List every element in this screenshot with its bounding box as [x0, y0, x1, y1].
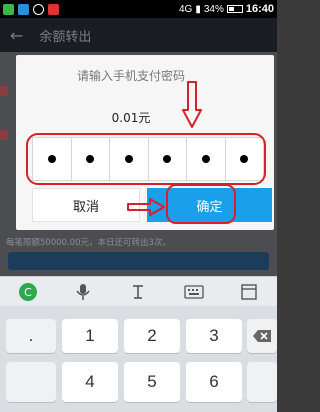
alert-icon — [48, 3, 59, 15]
numeric-keyboard: . 1 2 3 4 5 6 — [0, 306, 277, 412]
backspace-icon — [253, 330, 271, 342]
app-logo-icon[interactable]: C — [16, 280, 40, 304]
svg-text:C: C — [24, 286, 32, 299]
key-side[interactable] — [247, 362, 277, 402]
network-type: 4G — [178, 3, 193, 15]
app-bar: ← 余额转出 — [0, 18, 277, 52]
app-notification-icon — [3, 3, 14, 15]
transfer-amount: 0.01元 — [111, 111, 151, 125]
keyboard-toolbar: C — [0, 276, 277, 306]
dimmed-marker — [0, 86, 8, 96]
keyboard-icon[interactable] — [182, 280, 206, 304]
annotation-arrow-right-icon — [127, 198, 165, 216]
battery-icon — [226, 5, 243, 13]
key-6[interactable]: 6 — [186, 362, 242, 402]
backspace-key[interactable] — [247, 319, 277, 353]
key-1[interactable]: 1 — [62, 319, 118, 353]
key-2[interactable]: 2 — [124, 319, 180, 353]
annotation-arrow-down-icon — [182, 81, 202, 128]
paypal-icon — [18, 3, 29, 15]
clock: 16:40 — [245, 3, 274, 15]
page-title: 余额转出 — [39, 29, 92, 45]
cancel-button[interactable]: 取消 — [32, 188, 140, 222]
cloud-icon — [33, 3, 44, 15]
limit-note: 每笔限额50000.00元，本日还可转出3次。 — [6, 238, 171, 248]
password-dialog: 请输入手机支付密码 0.01元 取消 确定 — [16, 55, 274, 230]
dimmed-confirm-button — [8, 252, 269, 270]
key-5[interactable]: 5 — [124, 362, 180, 402]
back-arrow-icon[interactable]: ← — [10, 26, 23, 45]
key-4[interactable]: 4 — [62, 362, 118, 402]
annotation-highlight-pin — [26, 133, 266, 185]
window-icon[interactable] — [237, 280, 261, 304]
key-3[interactable]: 3 — [186, 319, 242, 353]
signal-icon: ▮ — [195, 3, 201, 15]
battery-percent: 34% — [203, 3, 224, 15]
key-dot[interactable]: . — [6, 319, 56, 353]
microphone-icon[interactable] — [71, 280, 95, 304]
annotation-highlight-confirm — [166, 184, 236, 224]
dimmed-marker — [0, 130, 8, 140]
status-bar: 4G ▮ 34% 16:40 — [0, 0, 277, 18]
text-cursor-icon[interactable] — [126, 280, 150, 304]
dialog-title: 请输入手机支付密码 — [76, 69, 185, 83]
key-blank[interactable] — [6, 362, 56, 402]
